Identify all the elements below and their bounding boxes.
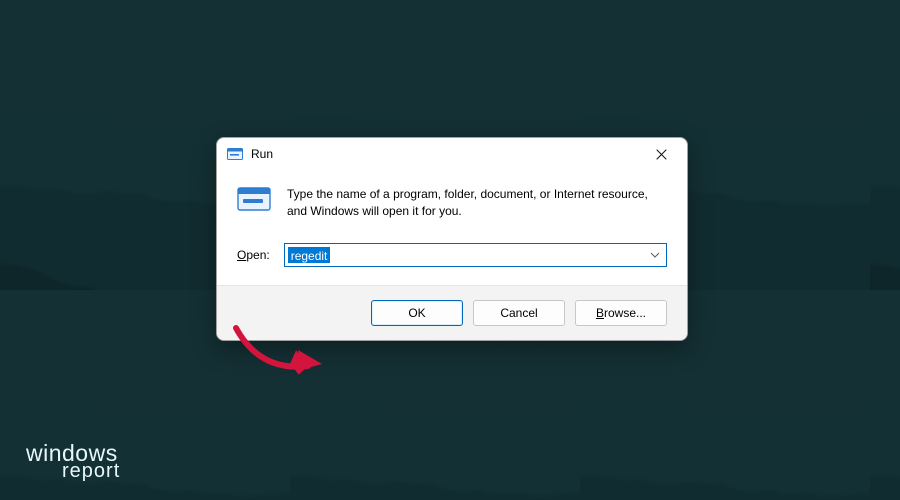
chevron-down-icon: [650, 252, 660, 258]
run-icon: [237, 184, 271, 214]
close-button[interactable]: [641, 140, 681, 168]
open-input[interactable]: [285, 244, 644, 266]
run-app-icon: [227, 146, 243, 162]
combobox-dropdown-button[interactable]: [644, 244, 666, 266]
open-label: Open:: [237, 248, 270, 262]
run-dialog: Run Type the name of a program, folder, …: [216, 137, 688, 341]
watermark-line2: report: [62, 462, 120, 480]
browse-button[interactable]: Browse...: [575, 300, 667, 326]
dialog-description: Type the name of a program, folder, docu…: [287, 184, 667, 221]
ok-button[interactable]: OK: [371, 300, 463, 326]
dialog-title: Run: [251, 147, 273, 161]
close-icon: [656, 149, 667, 160]
dialog-body: Type the name of a program, folder, docu…: [217, 170, 687, 285]
open-combobox[interactable]: regedit: [284, 243, 667, 267]
dialog-footer: OK Cancel Browse...: [217, 285, 687, 340]
cancel-button[interactable]: Cancel: [473, 300, 565, 326]
title-bar[interactable]: Run: [217, 138, 687, 170]
watermark-logo: windows report: [26, 443, 120, 480]
